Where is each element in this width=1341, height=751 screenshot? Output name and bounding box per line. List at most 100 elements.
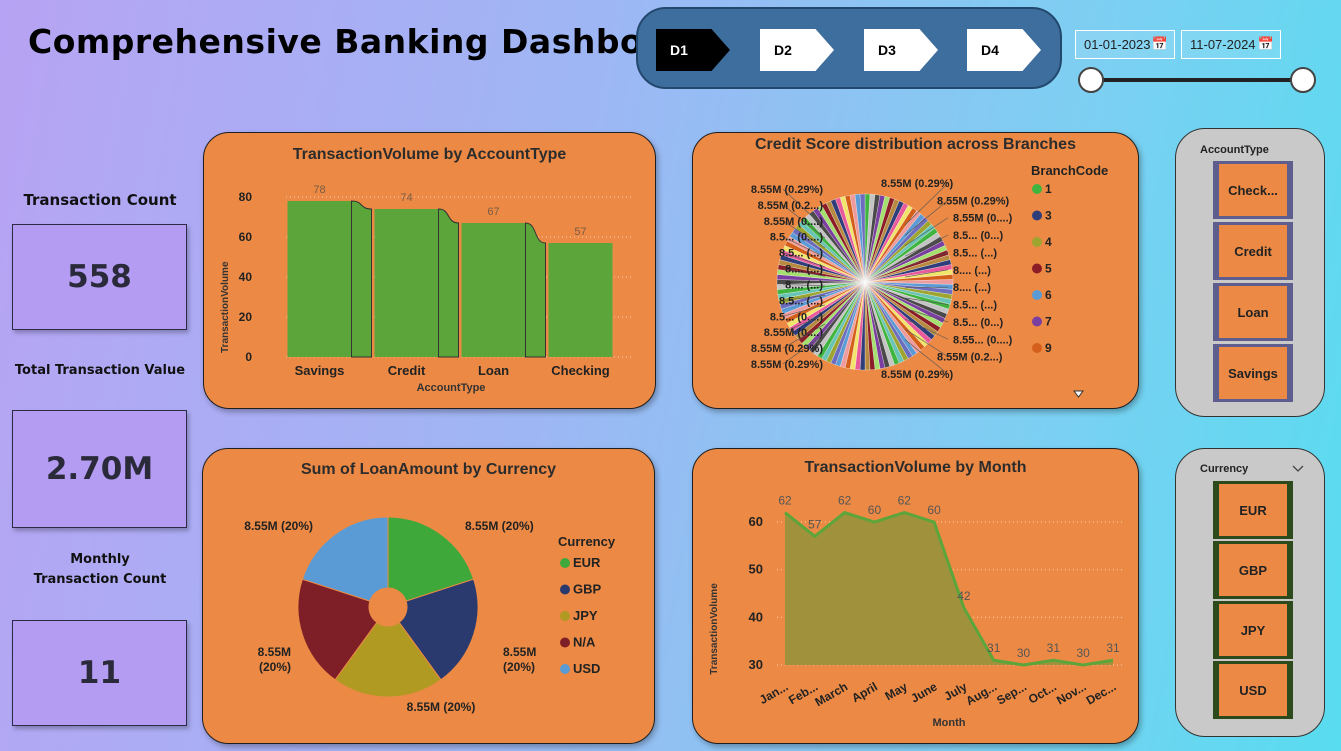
slice-label: 8.5... (...) (779, 248, 823, 260)
slicer-item-eur[interactable]: EUR (1213, 481, 1293, 539)
loan-pie-chart: Currency 8.55M (20%) 8.55M(20%) 8.55M (20%… (244, 516, 616, 714)
x-tick-label: Oct... (1026, 679, 1059, 706)
slice-label: 8.55M (503, 645, 536, 659)
slice-label: 8.5... (0...) (953, 317, 1003, 329)
y-tick-label: 60 (749, 514, 763, 529)
slice-label: 8.55M (0.2...) (758, 200, 824, 212)
legend-marker (560, 584, 570, 595)
x-tick-label: Loan (478, 363, 509, 378)
data-label: 74 (400, 192, 412, 204)
data-label: 31 (1106, 641, 1120, 655)
slice-label: 8.55M (0.29%) (751, 184, 823, 196)
slice-label: 8.... (...) (785, 279, 823, 291)
legend-marker (1032, 290, 1042, 300)
data-label: 30 (1017, 646, 1031, 660)
start-date-value: 01-01-2023 (1084, 37, 1151, 52)
slice-label: 8.55M (0....) (764, 327, 824, 339)
slice-label: 8.5... (...) (779, 295, 823, 307)
calendar-icon[interactable]: 📅 (1152, 36, 1168, 52)
kpi-monthly-transaction-count: 11 (12, 620, 187, 726)
nav-button-d1[interactable]: D1 (656, 29, 730, 71)
x-tick-label: Credit (388, 363, 426, 378)
nav-button-d4[interactable]: D4 (967, 29, 1041, 71)
legend-item: 9 (1045, 341, 1052, 355)
legend-item: 7 (1045, 315, 1052, 329)
bar (374, 209, 439, 357)
end-date-input[interactable]: 11-07-2024 📅 (1181, 30, 1281, 59)
chart-card-credit-score: Credit Score distribution across Branche… (692, 132, 1139, 409)
x-axis-label: Month (933, 717, 966, 729)
chart-card-loan-by-currency: Sum of LoanAmount by Currency Currency 8… (202, 448, 655, 744)
legend-marker (1032, 210, 1042, 221)
data-label: 60 (868, 503, 882, 517)
y-tick-label: 0 (245, 350, 252, 364)
legend-item: 6 (1045, 288, 1052, 302)
slice-label: (20%) (503, 660, 535, 674)
data-label: 57 (574, 226, 586, 238)
bar (461, 223, 526, 357)
legend-item: 1 (1045, 182, 1052, 196)
chevron-down-icon[interactable] (1292, 465, 1304, 473)
legend-marker (560, 664, 570, 674)
ribbon (351, 200, 372, 358)
legend-item: 3 (1045, 209, 1052, 223)
legend-marker (560, 558, 570, 568)
data-label: 42 (957, 589, 971, 603)
slicer-title: Currency (1200, 463, 1249, 475)
slice-label: 8.5... (...) (953, 247, 997, 259)
kpi-transaction-count: 558 (12, 224, 187, 330)
slicer-item-gbp[interactable]: GBP (1213, 541, 1293, 599)
legend-item: JPY (573, 608, 598, 623)
data-label: 62 (898, 494, 912, 508)
kpi-total-transaction-value: 2.70M (12, 410, 187, 528)
slice-label: 8.55M (0.29%) (881, 369, 953, 381)
slicer-title: AccountType (1200, 144, 1269, 156)
x-tick-label: Dec... (1084, 679, 1119, 707)
date-slider-start-handle[interactable] (1078, 67, 1104, 93)
date-slider-end-handle[interactable] (1290, 67, 1316, 93)
kpi-label-transaction-count: Transaction Count (23, 191, 177, 209)
slice-label: 8.... (...) (953, 282, 991, 294)
y-tick-label: 30 (749, 657, 763, 672)
start-date-input[interactable]: 01-01-2023 📅 (1075, 30, 1175, 59)
legend-title: Currency (558, 534, 616, 549)
slice-label: 8.55M (20%) (244, 519, 313, 533)
legend-item: N/A (573, 635, 596, 650)
x-tick-label: June (908, 679, 940, 705)
chart-card-tv-by-month: TransactionVolume by Month TransactionVo… (692, 448, 1139, 744)
slice-label: 8.5... (0....) (770, 232, 824, 244)
nav-button-d2[interactable]: D2 (760, 29, 834, 71)
slicer-item-checking[interactable]: Check... (1213, 161, 1293, 219)
slice-label: 8.55M (0....) (764, 216, 824, 228)
legend-marker (1032, 343, 1042, 353)
data-label: 57 (808, 517, 822, 531)
x-axis-label: AccountType (417, 382, 486, 394)
slicer-item-jpy[interactable]: JPY (1213, 601, 1293, 659)
slicer-item-credit[interactable]: Credit (1213, 222, 1293, 280)
x-tick-label: Aug... (963, 679, 999, 708)
y-axis-label: TransactionVolume (220, 261, 231, 353)
slice-label: 8.5... (...) (953, 300, 997, 312)
bar (548, 243, 613, 357)
chevron-down-icon[interactable] (1073, 390, 1084, 398)
legend-item: EUR (573, 555, 601, 570)
data-label: 67 (487, 206, 499, 218)
legend-title: BranchCode (1031, 163, 1108, 178)
slice-label: 8.5... (0....) (770, 311, 824, 323)
data-label: 60 (927, 503, 941, 517)
y-tick-label: 40 (239, 270, 253, 284)
slice-label: 8.55M (0.29%) (751, 359, 823, 371)
y-tick-label: 50 (749, 562, 763, 577)
slicer-item-loan[interactable]: Loan (1213, 283, 1293, 341)
slice-label: 8.55M (20%) (407, 700, 476, 714)
calendar-icon[interactable]: 📅 (1258, 36, 1274, 52)
chart-card-tv-by-account: TransactionVolume by AccountType Transac… (203, 132, 656, 409)
nav-button-d3[interactable]: D3 (864, 29, 938, 71)
slice-label: 8.... (...) (785, 264, 823, 276)
date-range-slider-track[interactable] (1091, 78, 1303, 82)
x-tick-label: April (849, 679, 880, 705)
slicer-item-savings[interactable]: Savings (1213, 344, 1293, 402)
data-label: 78 (313, 184, 325, 196)
slicer-item-usd[interactable]: USD (1213, 661, 1293, 719)
x-tick-label: Savings (295, 363, 345, 378)
